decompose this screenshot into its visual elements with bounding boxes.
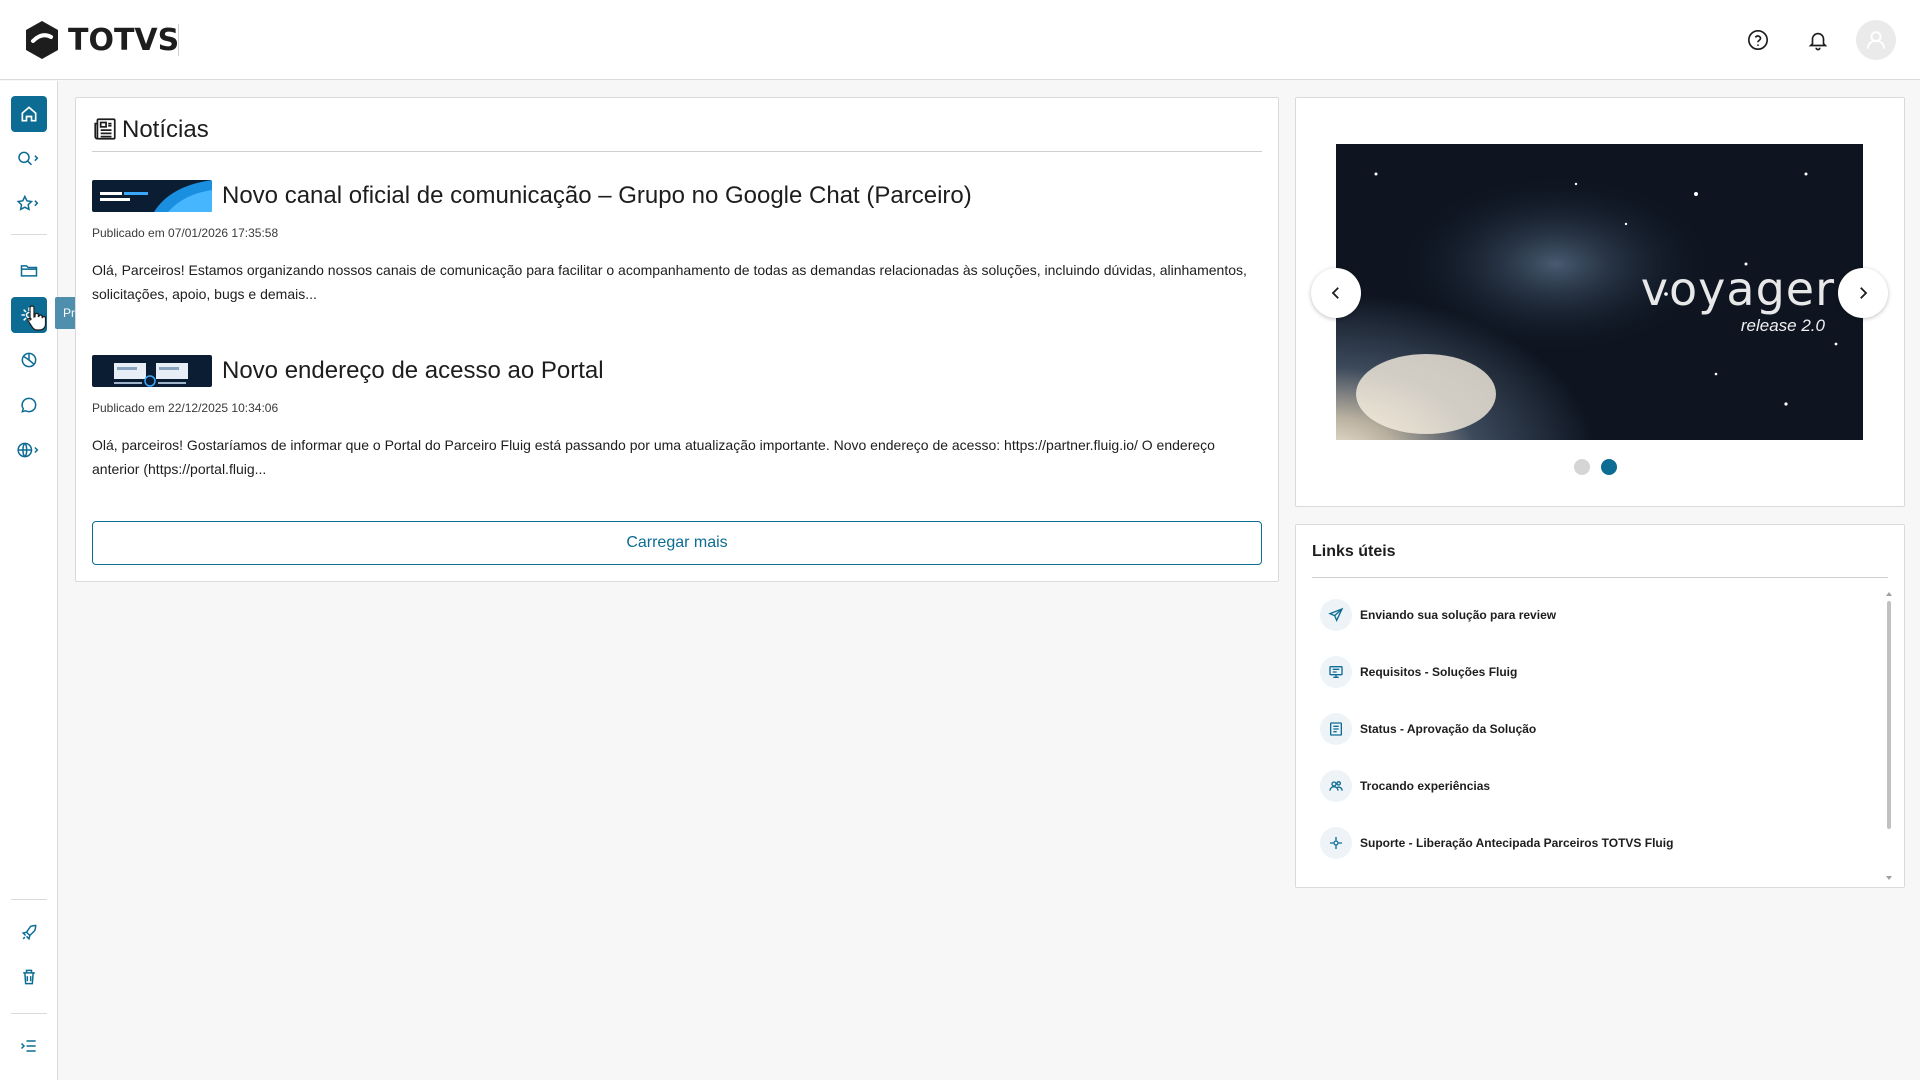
users-icon [1320, 770, 1352, 802]
user-avatar[interactable] [1856, 20, 1896, 60]
article-title[interactable]: Novo canal oficial de comunicação – Grup… [222, 180, 972, 212]
article-date: Publicado em 22/12/2025 10:34:06 [92, 401, 279, 415]
article-title[interactable]: Novo endereço de acesso ao Portal [222, 355, 604, 387]
news-card: Notícias Novo canal oficial de comunicaç… [75, 97, 1279, 582]
sidebar-item-analytics[interactable] [11, 342, 47, 378]
bell-icon[interactable] [1802, 24, 1834, 56]
link-label[interactable]: Enviando sua solução para review [1360, 608, 1556, 622]
folder-icon [20, 265, 38, 277]
link-item[interactable]: Requisitos - Soluções Fluig [1320, 656, 1517, 688]
send-icon [1320, 599, 1352, 631]
link-item[interactable]: Trocando experiências [1320, 770, 1490, 802]
pie-chart-icon [21, 352, 37, 368]
article-thumbnail[interactable] [92, 180, 212, 212]
slide-subtitle: release 2.0 [1740, 316, 1825, 335]
carousel-dot-2[interactable] [1601, 459, 1617, 475]
rocket-icon [21, 924, 37, 941]
newspaper-icon [94, 118, 116, 140]
collapse-menu-icon [20, 1040, 36, 1052]
link-label[interactable]: Trocando experiências [1360, 779, 1490, 793]
monitor-icon [1320, 656, 1352, 688]
sidebar-item-collapse[interactable] [11, 1028, 47, 1064]
carousel-prev-button[interactable] [1311, 268, 1361, 318]
article-body: Olá, Parceiros! Estamos organizando noss… [92, 262, 1247, 302]
carousel-slide[interactable]: voyager release 2.0 [1336, 144, 1863, 440]
useful-links-title: Links úteis [1312, 543, 1396, 560]
totvs-logo-icon [26, 21, 58, 59]
checklist-icon [1320, 713, 1352, 745]
totvs-logo[interactable]: TOTVS [24, 20, 179, 60]
sidebar-item-home[interactable] [11, 96, 47, 132]
load-more-button[interactable]: Carregar mais [92, 521, 1262, 565]
useful-links-separator [1312, 577, 1888, 578]
link-label[interactable]: Requisitos - Soluções Fluig [1360, 665, 1517, 679]
sidebar-separator [11, 1013, 47, 1014]
sidebar-item-network[interactable] [11, 432, 47, 468]
hand-cursor-icon [27, 305, 47, 331]
sidebar-item-messages[interactable] [11, 387, 47, 423]
sidebar-item-trash[interactable] [11, 959, 47, 995]
article-body: Olá, parceiros! Gostaríamos de informar … [92, 437, 1215, 477]
carousel-dot-1[interactable] [1574, 459, 1590, 475]
sidebar-item-favorites[interactable] [11, 186, 47, 222]
sidebar-item-documents[interactable] [11, 252, 47, 288]
carousel-next-button[interactable] [1838, 268, 1888, 318]
scroll-up-icon[interactable] [1886, 591, 1892, 597]
article-date: Publicado em 07/01/2026 17:35:58 [92, 226, 279, 240]
sidebar-item-launch[interactable] [11, 915, 47, 951]
sidebar-separator [11, 899, 47, 900]
user-avatar-icon [1866, 31, 1886, 49]
brand-name: TOTVS [68, 22, 180, 58]
news-header: Notícias [92, 116, 1262, 152]
news-title: Notícias [122, 116, 209, 143]
chat-icon [21, 397, 37, 413]
slide-title: voyager [1640, 262, 1835, 316]
sidebar-item-search[interactable] [11, 141, 47, 177]
globe-icon [17, 442, 39, 458]
link-item[interactable]: Status - Aprovação da Solução [1320, 713, 1536, 745]
link-label[interactable]: Status - Aprovação da Solução [1360, 722, 1536, 736]
chevron-right-icon [1860, 287, 1868, 299]
star-icon [16, 194, 39, 211]
link-item[interactable]: Suporte - Liberação Antecipada Parceiros… [1320, 827, 1673, 859]
support-icon [1320, 827, 1352, 859]
useful-links-card: Links úteis Enviando sua solução para re… [1295, 524, 1905, 888]
link-label[interactable]: Suporte - Liberação Antecipada Parceiros… [1360, 836, 1673, 850]
search-icon [18, 151, 39, 166]
link-item[interactable]: Enviando sua solução para review [1320, 599, 1556, 631]
scroll-down-icon[interactable] [1886, 875, 1892, 881]
home-icon [21, 106, 37, 122]
links-scrollbar[interactable] [1886, 591, 1892, 881]
help-icon[interactable] [1742, 24, 1774, 56]
links-scrollbar-thumb[interactable] [1887, 601, 1891, 829]
sidebar [0, 81, 58, 1080]
logo-divider [178, 24, 179, 56]
trash-icon [23, 969, 35, 985]
sidebar-separator [11, 234, 47, 235]
carousel-card: voyager release 2.0 [1295, 97, 1905, 507]
article-thumbnail[interactable] [92, 355, 212, 387]
top-bar: TOTVS [0, 0, 1920, 80]
chevron-left-icon [1331, 287, 1339, 299]
